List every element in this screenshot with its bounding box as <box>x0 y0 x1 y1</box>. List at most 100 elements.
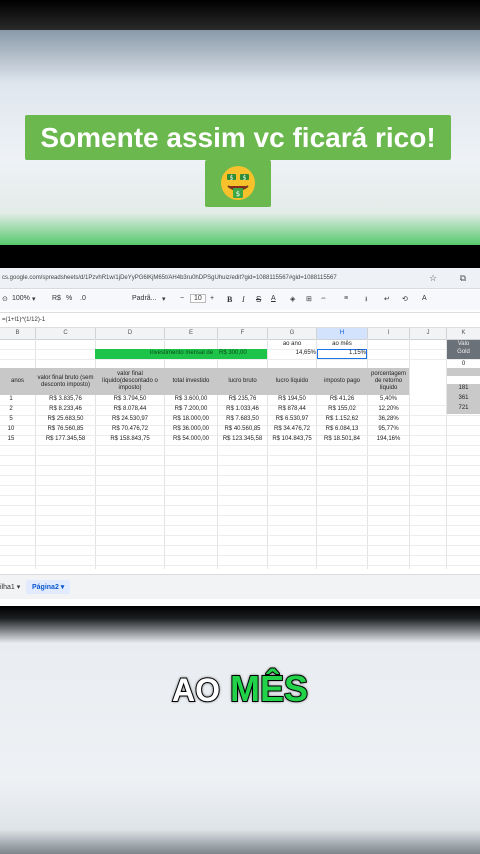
table-cell[interactable]: R$ 3.794,50 <box>96 396 164 402</box>
font-size-input[interactable]: 10 <box>190 294 206 303</box>
table-cell[interactable]: R$ 24.530,97 <box>96 416 164 422</box>
bold-button[interactable]: B <box>227 295 232 304</box>
svg-text:$: $ <box>243 175 247 182</box>
table-cell[interactable]: R$ 878,44 <box>268 406 316 412</box>
table-cell[interactable]: 194,16% <box>368 436 409 442</box>
table-cell[interactable]: R$ 25.683,50 <box>36 416 95 422</box>
browser-url-bar[interactable]: cs.google.com/spreadsheets/d/1PzvhR1w/1j… <box>0 268 480 289</box>
tab-label: ilha1 <box>0 584 15 591</box>
grid-line <box>0 545 480 546</box>
column-header-i[interactable]: I <box>368 328 410 340</box>
font-size-increase-button[interactable]: + <box>210 295 214 302</box>
column-header-g[interactable]: G <box>268 328 317 340</box>
table-cell[interactable]: 5 <box>0 416 22 422</box>
side-value: 181 <box>458 385 469 391</box>
header-lucro-bruto: lucro bruto <box>228 378 257 384</box>
svg-text:$: $ <box>236 190 240 198</box>
column-header-c[interactable]: C <box>36 328 96 340</box>
percent-button[interactable]: % <box>66 295 72 302</box>
grid-line <box>0 515 480 516</box>
table-cell[interactable]: R$ 3.600,00 <box>165 396 217 402</box>
table-cell[interactable]: R$ 36.000,00 <box>165 426 217 432</box>
font-size-decrease-button[interactable]: − <box>180 295 184 302</box>
column-header-e[interactable]: E <box>165 328 218 340</box>
hero-title: Somente assim vc ficará rico! <box>25 115 451 160</box>
table-cell[interactable]: R$ 18.501,84 <box>317 436 367 442</box>
side-value: Gold <box>457 349 470 355</box>
investment-row[interactable]: investimento mensal de R$ 300,00 <box>95 349 267 359</box>
tab-ilha1[interactable]: ilha1 ▾ <box>0 580 26 594</box>
wrap-icon[interactable]: ↵ <box>384 295 390 303</box>
table-cell[interactable]: R$ 3.835,76 <box>36 396 95 402</box>
table-cell[interactable]: R$ 1.033,46 <box>218 406 267 412</box>
formula-bar[interactable]: =(1+I1)^(1/12)-1 <box>0 312 480 328</box>
valign-icon[interactable]: ⭳ <box>365 295 367 306</box>
ao-ano-value[interactable]: 14,65% <box>268 350 316 356</box>
column-header-f[interactable]: F <box>218 328 268 340</box>
table-cell[interactable]: R$ 8.078,44 <box>96 406 164 412</box>
table-cell[interactable]: 5,40% <box>368 396 409 402</box>
table-cell[interactable]: R$ 104.843,75 <box>268 436 316 442</box>
zoom-select[interactable]: 100% <box>12 295 30 302</box>
ao-mes-value-selected[interactable]: 1,15% <box>317 349 367 359</box>
table-cell[interactable]: R$ 155,02 <box>317 406 367 412</box>
table-cell[interactable]: R$ 18.000,00 <box>165 416 217 422</box>
column-header-b[interactable]: B <box>0 328 36 340</box>
hero-emoji-box: $ $ $ <box>205 160 271 207</box>
table-cell[interactable]: R$ 40.560,85 <box>218 426 267 432</box>
fill-color-icon[interactable]: ◈ <box>290 295 295 303</box>
column-header-j[interactable]: J <box>410 328 447 340</box>
side-gray-cell <box>447 368 480 376</box>
merge-icon[interactable]: ⇔ <box>320 295 327 302</box>
rotate-icon[interactable]: ⟲ <box>402 295 408 303</box>
header-valor-bruto: valor final bruto (sem desconto imposto) <box>37 374 94 388</box>
table-cell[interactable]: 10 <box>0 426 22 432</box>
table-cell[interactable]: R$ 76.560,85 <box>36 426 95 432</box>
italic-button[interactable]: I <box>242 295 245 304</box>
table-cell[interactable]: R$ 6.084,13 <box>317 426 367 432</box>
table-cell[interactable]: R$ 54.000,00 <box>165 436 217 442</box>
side-value: Valo <box>457 341 470 347</box>
menu-icon[interactable]: ⊙ <box>2 295 8 303</box>
header-imposto-pago: imposto pago <box>323 378 361 384</box>
table-cell[interactable]: 2 <box>0 406 22 412</box>
tab-pagina2[interactable]: Página2 ▾ <box>26 580 71 594</box>
text-color-button[interactable]: A <box>271 295 276 302</box>
table-cell[interactable]: 1 <box>0 396 22 402</box>
table-cell[interactable]: R$ 8.233,46 <box>36 406 95 412</box>
chevron-down-icon[interactable]: ▾ <box>32 295 36 303</box>
decimal-button[interactable]: .0 <box>80 295 86 302</box>
chevron-down-icon[interactable]: ▾ <box>162 295 166 303</box>
table-cell[interactable]: R$ 34.476,72 <box>268 426 316 432</box>
table-cell[interactable]: 12,20% <box>368 406 409 412</box>
caption: AO MÊS <box>0 667 480 710</box>
table-cell[interactable]: 15 <box>0 436 22 442</box>
table-cell[interactable]: R$ 177.345,58 <box>36 436 95 442</box>
currency-button[interactable]: R$ <box>52 295 61 302</box>
table-cell[interactable]: R$ 123.345,58 <box>218 436 267 442</box>
table-cell[interactable]: R$ 235,76 <box>218 396 267 402</box>
browser-icons: ☆ ⧉ <box>429 273 476 283</box>
header-total-investido: total investido <box>172 378 210 384</box>
table-cell[interactable]: R$ 1.152,62 <box>317 416 367 422</box>
align-icon[interactable]: ≡ <box>344 295 348 302</box>
table-cell[interactable]: R$ 41,26 <box>317 396 367 402</box>
table-cell[interactable]: R$ 158.843,75 <box>96 436 164 442</box>
table-cell[interactable]: R$ 7.683,50 <box>218 416 267 422</box>
column-header-k[interactable]: K <box>447 328 480 340</box>
table-cell[interactable]: R$ 70.476,72 <box>96 426 164 432</box>
grid-line <box>0 525 480 526</box>
borders-icon[interactable]: ⊞ <box>306 295 312 303</box>
format-select[interactable]: Padrã... <box>132 295 157 302</box>
table-cell[interactable]: R$ 6.530,97 <box>268 416 316 422</box>
text-rotate-icon[interactable]: A <box>422 295 427 302</box>
column-header-d[interactable]: D <box>96 328 165 340</box>
side-header-cell: Valo Gold <box>447 340 480 359</box>
column-header-h[interactable]: H <box>317 328 368 340</box>
table-cell[interactable]: R$ 194,50 <box>268 396 316 402</box>
grid-line <box>0 455 480 456</box>
table-cell[interactable]: R$ 7.200,00 <box>165 406 217 412</box>
strikethrough-button[interactable]: S <box>256 295 261 304</box>
table-cell[interactable]: 36,28% <box>368 416 409 422</box>
table-cell[interactable]: 95,77% <box>368 426 409 432</box>
